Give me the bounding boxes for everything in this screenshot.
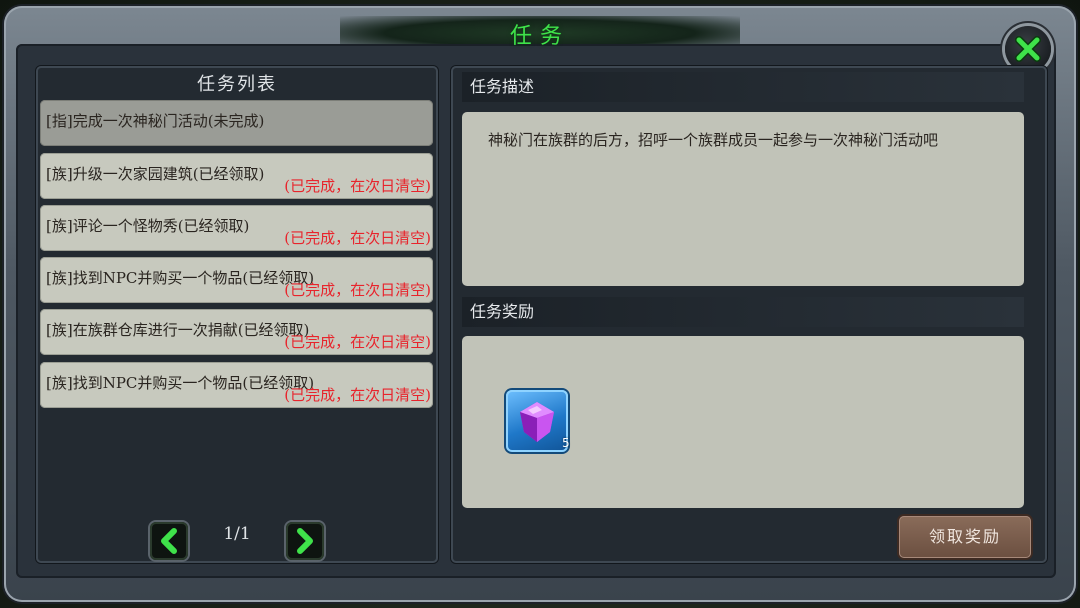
chevron-right-icon	[297, 528, 313, 554]
quest-text: [族]在族群仓库进行一次捐献(已经领取)	[46, 321, 310, 339]
quest-text: [指]完成一次神秘门活动(未完成)	[46, 112, 265, 130]
quest-status: (已完成，在次日清空)	[284, 177, 431, 195]
page-indicator: 1/1	[223, 524, 251, 544]
description-box: 神秘门在族群的后方，招呼一个族群成员一起参与一次神秘门活动吧	[462, 112, 1024, 286]
quest-row[interactable]: [指]完成一次神秘门活动(未完成)	[40, 100, 433, 146]
quest-row[interactable]: [族]在族群仓库进行一次捐献(已经领取) (已完成，在次日清空)	[40, 309, 433, 355]
prev-page-button[interactable]	[150, 522, 188, 560]
quest-status: (已完成，在次日清空)	[284, 229, 431, 247]
quest-row[interactable]: [族]找到NPC并购买一个物品(已经领取) (已完成，在次日清空)	[40, 362, 433, 408]
purple-gem-icon	[520, 402, 554, 442]
claim-reward-button[interactable]: 领取奖励	[899, 516, 1031, 558]
quest-status: (已完成，在次日清空)	[284, 281, 431, 299]
quest-text: [族]升级一次家园建筑(已经领取)	[46, 165, 265, 183]
quest-text: [族]评论一个怪物秀(已经领取)	[46, 217, 250, 235]
reward-item-slot[interactable]	[506, 390, 568, 452]
quest-row[interactable]: [族]升级一次家园建筑(已经领取) (已完成，在次日清空)	[40, 153, 433, 199]
quest-row[interactable]: [族]评论一个怪物秀(已经领取) (已完成，在次日清空)	[40, 205, 433, 251]
chevron-left-icon	[161, 528, 177, 554]
quest-status: (已完成，在次日清空)	[284, 386, 431, 404]
quest-status: (已完成，在次日清空)	[284, 333, 431, 351]
description-text: 神秘门在族群的后方，招呼一个族群成员一起参与一次神秘门活动吧	[488, 131, 939, 149]
quest-row[interactable]: [族]找到NPC并购买一个物品(已经领取) (已完成，在次日清空)	[40, 257, 433, 303]
quest-list-panel: 任务列表 [指]完成一次神秘门活动(未完成) [族]升级一次家园建筑(已经领取)…	[36, 66, 438, 563]
reward-box: 5	[462, 336, 1024, 508]
next-page-button[interactable]	[286, 522, 324, 560]
quest-list-header: 任务列表	[197, 74, 277, 95]
close-icon	[1015, 36, 1041, 62]
quest-text: [族]找到NPC并购买一个物品(已经领取)	[46, 269, 315, 287]
window-title: 任务	[509, 24, 570, 49]
description-header: 任务描述	[462, 72, 1024, 102]
reward-item-count: 5	[562, 436, 570, 450]
quest-text: [族]找到NPC并购买一个物品(已经领取)	[46, 374, 315, 392]
reward-header: 任务奖励	[462, 297, 1024, 327]
